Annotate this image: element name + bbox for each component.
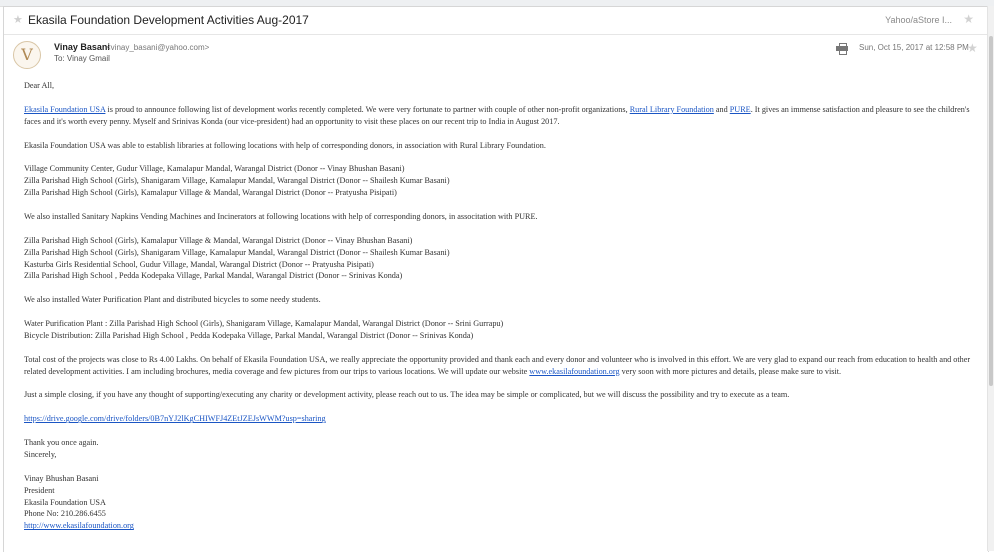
list-item: Zilla Parishad High School (Girls), Shan… [24, 176, 450, 186]
drive-link[interactable]: https://drive.google.com/drive/folders/0… [24, 414, 326, 423]
rural-library-link[interactable]: Rural Library Foundation [630, 105, 714, 114]
sender-name[interactable]: Vinay Basani [54, 42, 110, 52]
folder-label[interactable]: Yahoo/aStore I... [885, 15, 952, 25]
ekasila-link[interactable]: Ekasila Foundation USA [24, 105, 105, 114]
intro-paragraph: Ekasila Foundation USA is proud to annou… [24, 104, 970, 126]
avatar-letter: V [21, 45, 33, 64]
napkins-paragraph: We also installed Sanitary Napkins Vendi… [24, 211, 538, 221]
closing-paragraph: Just a simple closing, if you have any t… [24, 390, 790, 400]
scrollbar-thumb[interactable] [989, 36, 993, 386]
email-body: Dear All, Ekasila Foundation USA is prou… [24, 80, 974, 532]
vertical-scrollbar[interactable] [987, 6, 994, 551]
recipient-line: To: Vinay Gmail [54, 54, 110, 63]
greeting: Dear All, [24, 81, 55, 90]
signature-org: Ekasila Foundation USA [24, 497, 106, 507]
signature-phone: Phone No: 210.286.6455 [24, 509, 106, 519]
star-icon[interactable]: ★ [967, 41, 978, 55]
signature-website-link[interactable]: http://www.ekasilafoundation.org [24, 521, 134, 530]
list-item: Water Purification Plant : Zilla Parisha… [24, 319, 504, 329]
list-item: Zilla Parishad High School (Girls), Shan… [24, 247, 450, 257]
libraries-paragraph: Ekasila Foundation USA was able to estab… [24, 140, 546, 150]
sincerely-line: Sincerely, [24, 449, 57, 459]
email-message-frame: ★ Ekasila Foundation Development Activit… [3, 6, 989, 552]
list-item: Zilla Parishad High School (Girls), Kama… [24, 235, 413, 245]
list-item: Zilla Parishad High School (Girls), Kama… [24, 188, 397, 198]
email-subject: Ekasila Foundation Development Activitie… [28, 13, 309, 27]
collapse-indicator-icon[interactable]: ★ [13, 13, 23, 26]
list-item: Bicycle Distribution: Zilla Parishad Hig… [24, 330, 474, 340]
avatar: V [13, 41, 41, 69]
signature-title: President [24, 485, 55, 495]
website-link[interactable]: www.ekasilafoundation.org [529, 367, 619, 376]
email-date: Sun, Oct 15, 2017 at 12:58 PM [859, 43, 969, 52]
list-item: Kasturba Girls Residential School, Gudur… [24, 259, 374, 269]
sender-email: <vinay_basani@yahoo.com> [106, 43, 210, 52]
list-item: Village Community Center, Gudur Village,… [24, 164, 405, 174]
print-icon[interactable] [836, 43, 848, 55]
sender-header: V Vinay Basani <vinay_basani@yahoo.com> … [4, 39, 988, 71]
cost-paragraph: Total cost of the projects was close to … [24, 354, 971, 376]
water-paragraph: We also installed Water Purification Pla… [24, 295, 321, 305]
list-item: Zilla Parishad High School , Pedda Kodep… [24, 271, 403, 281]
star-icon[interactable]: ★ [963, 12, 974, 26]
subject-row: ★ Ekasila Foundation Development Activit… [4, 7, 988, 35]
thanks-line: Thank you once again. [24, 438, 99, 448]
signature-name: Vinay Bhushan Basani [24, 473, 99, 483]
pure-link[interactable]: PURE [730, 105, 751, 114]
